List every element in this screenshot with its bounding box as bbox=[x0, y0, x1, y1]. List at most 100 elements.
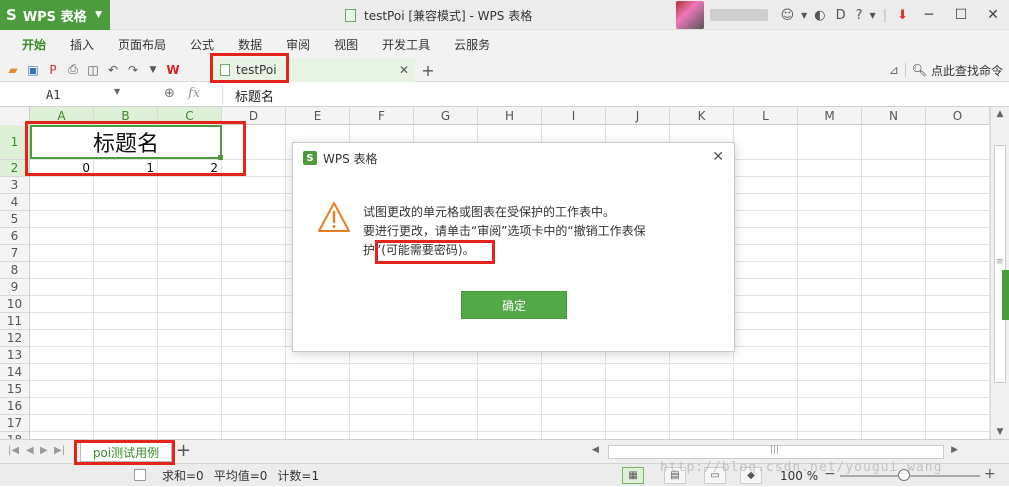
formula-input[interactable]: 标题名 bbox=[222, 85, 1002, 105]
skin-icon[interactable]: ☺ bbox=[781, 8, 795, 23]
column-header-h[interactable]: H bbox=[478, 107, 542, 125]
prev-sheet-icon[interactable]: ◀ bbox=[26, 445, 34, 456]
normal-view-button[interactable]: ▦ bbox=[622, 467, 644, 484]
tab-cloud-services[interactable]: 云服务 bbox=[442, 30, 502, 58]
undo-icon[interactable]: ↶ bbox=[104, 61, 122, 79]
settings-icon[interactable]: D bbox=[836, 8, 846, 23]
column-header-o[interactable]: O bbox=[926, 107, 990, 125]
user-name-blurred[interactable] bbox=[709, 9, 768, 21]
fx-icon[interactable]: fx bbox=[188, 86, 200, 101]
first-sheet-icon[interactable]: |◀ bbox=[8, 445, 19, 456]
row-header-5[interactable]: 5 bbox=[0, 211, 30, 228]
minimize-button[interactable]: ─ bbox=[913, 0, 945, 30]
scroll-up-icon[interactable]: ▲ bbox=[991, 109, 1009, 119]
row-header-2[interactable]: 2 bbox=[0, 160, 30, 177]
row-header-14[interactable]: 14 bbox=[0, 364, 30, 381]
open-folder-icon[interactable]: ▰ bbox=[4, 61, 22, 79]
zoom-in-icon[interactable]: + bbox=[984, 466, 996, 482]
row-header-15[interactable]: 15 bbox=[0, 381, 30, 398]
zoom-slider-track[interactable] bbox=[840, 475, 980, 477]
tab-view[interactable]: 视图 bbox=[322, 30, 370, 58]
page-break-view-button[interactable]: ▤ bbox=[664, 467, 686, 484]
row-header-6[interactable]: 6 bbox=[0, 228, 30, 245]
column-header-l[interactable]: L bbox=[734, 107, 798, 125]
print-preview-icon[interactable]: ◫ bbox=[84, 61, 102, 79]
print-icon[interactable]: ⎙ bbox=[64, 61, 82, 79]
merged-title-cell[interactable]: 标题名 bbox=[30, 125, 222, 159]
customize-dropdown-icon[interactable]: ▼ bbox=[144, 61, 162, 79]
tab-home[interactable]: 开始 bbox=[10, 30, 58, 58]
row-header-3[interactable]: 3 bbox=[0, 177, 30, 194]
column-header-k[interactable]: K bbox=[670, 107, 734, 125]
add-sheet-button[interactable]: + bbox=[176, 440, 191, 461]
row-header-13[interactable]: 13 bbox=[0, 347, 30, 364]
column-header-c[interactable]: C bbox=[158, 107, 222, 125]
pin-icon[interactable]: ⊿ bbox=[889, 63, 899, 77]
scroll-right-icon[interactable]: ▶ bbox=[951, 445, 958, 455]
ok-button[interactable]: 确定 bbox=[461, 291, 567, 319]
download-icon[interactable]: ⬇ bbox=[897, 8, 908, 23]
scroll-left-icon[interactable]: ◀ bbox=[592, 445, 599, 455]
document-tab[interactable]: testPoi ✕ bbox=[211, 58, 415, 82]
macro-record-icon[interactable] bbox=[134, 469, 146, 481]
find-command[interactable]: ⊿ 🔍︎ 点此查找命令 bbox=[889, 58, 1003, 82]
column-header-a[interactable]: A bbox=[30, 107, 94, 125]
app-menu-button[interactable]: S WPS 表格 ▼ bbox=[0, 0, 110, 30]
row-header-7[interactable]: 7 bbox=[0, 245, 30, 262]
tab-formulas[interactable]: 公式 bbox=[178, 30, 226, 58]
zoom-slider-knob[interactable] bbox=[898, 469, 910, 481]
last-sheet-icon[interactable]: ▶| bbox=[54, 445, 65, 456]
sheet-tab[interactable]: poi测试用例 bbox=[80, 442, 172, 462]
row-header-17[interactable]: 17 bbox=[0, 415, 30, 432]
cell-b2[interactable]: 1 bbox=[94, 160, 158, 176]
help-icon[interactable]: ? bbox=[856, 8, 863, 23]
reading-mode-button[interactable]: ◆ bbox=[740, 467, 762, 484]
column-header-i[interactable]: I bbox=[542, 107, 606, 125]
row-header-18[interactable]: 18 bbox=[0, 432, 30, 439]
save-icon[interactable]: ▣ bbox=[24, 61, 42, 79]
column-header-d[interactable]: D bbox=[222, 107, 286, 125]
row-header-12[interactable]: 12 bbox=[0, 330, 30, 347]
wps-home-icon[interactable]: W bbox=[164, 61, 182, 79]
zoom-out-icon[interactable]: − bbox=[824, 466, 836, 482]
name-box[interactable]: A1 bbox=[0, 85, 120, 105]
tab-insert[interactable]: 插入 bbox=[58, 30, 106, 58]
side-panel-toggle[interactable] bbox=[1002, 270, 1009, 320]
cell-a2[interactable]: 0 bbox=[30, 160, 94, 176]
chevron-down-icon[interactable]: ▼ bbox=[114, 87, 120, 96]
column-header-b[interactable]: B bbox=[94, 107, 158, 125]
avatar[interactable] bbox=[675, 1, 704, 29]
column-header-n[interactable]: N bbox=[862, 107, 926, 125]
close-icon[interactable]: ✕ bbox=[399, 63, 409, 77]
chevron-down-icon[interactable]: ▼ bbox=[801, 11, 807, 20]
tab-review[interactable]: 审阅 bbox=[274, 30, 322, 58]
scroll-down-icon[interactable]: ▼ bbox=[991, 427, 1009, 437]
close-button[interactable]: ✕ bbox=[977, 0, 1009, 30]
chevron-down-icon[interactable]: ▼ bbox=[870, 11, 876, 20]
row-header-16[interactable]: 16 bbox=[0, 398, 30, 415]
close-icon[interactable]: ✕ bbox=[712, 149, 724, 165]
column-header-m[interactable]: M bbox=[798, 107, 862, 125]
row-header-10[interactable]: 10 bbox=[0, 296, 30, 313]
share-icon[interactable]: ◐ bbox=[814, 8, 825, 23]
column-header-f[interactable]: F bbox=[350, 107, 414, 125]
select-all-corner[interactable] bbox=[0, 107, 30, 125]
row-header-9[interactable]: 9 bbox=[0, 279, 30, 296]
tab-page-layout[interactable]: 页面布局 bbox=[106, 30, 178, 58]
column-header-g[interactable]: G bbox=[414, 107, 478, 125]
horizontal-scrollbar[interactable]: ◀ ||| ▶ bbox=[590, 444, 980, 460]
page-layout-view-button[interactable]: ▭ bbox=[704, 467, 726, 484]
cell-c2[interactable]: 2 bbox=[158, 160, 222, 176]
new-tab-button[interactable]: + bbox=[418, 58, 438, 82]
tab-developer[interactable]: 开发工具 bbox=[370, 30, 442, 58]
row-header-1[interactable]: 1 bbox=[0, 125, 30, 160]
maximize-button[interactable]: ☐ bbox=[945, 0, 977, 30]
redo-icon[interactable]: ↷ bbox=[124, 61, 142, 79]
tab-data[interactable]: 数据 bbox=[226, 30, 274, 58]
row-header-11[interactable]: 11 bbox=[0, 313, 30, 330]
export-pdf-icon[interactable]: P bbox=[44, 61, 62, 79]
row-header-8[interactable]: 8 bbox=[0, 262, 30, 279]
zoom-formula-icon[interactable]: ⊕ bbox=[164, 86, 175, 101]
column-header-e[interactable]: E bbox=[286, 107, 350, 125]
column-header-j[interactable]: J bbox=[606, 107, 670, 125]
